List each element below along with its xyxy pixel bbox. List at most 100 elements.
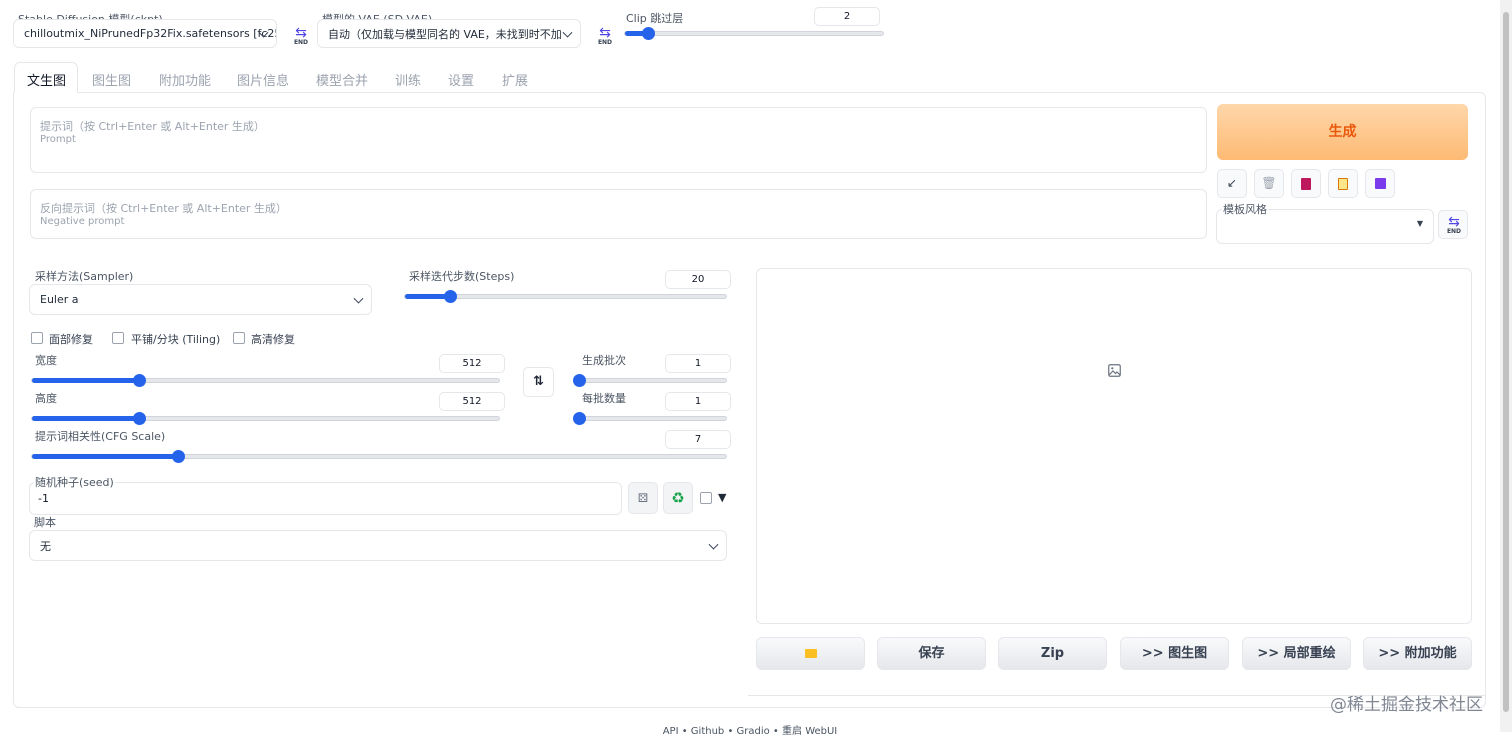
style-label: 模板风格 <box>1222 201 1268 217</box>
prompt-input[interactable]: 提示词（按 Ctrl+Enter 或 Alt+Enter 生成） Prompt <box>30 107 1207 173</box>
recycle-icon: ♻ <box>671 489 685 507</box>
width-input[interactable]: 512 <box>439 354 505 373</box>
swap-icon: ⇆ END <box>1446 214 1462 235</box>
tab-extras[interactable]: 附加功能 <box>159 70 211 89</box>
cfg-input[interactable]: 7 <box>665 430 731 449</box>
ckpt-select[interactable]: chilloutmix_NiPrunedFp32Fix.safetensors … <box>13 19 277 48</box>
footer-links[interactable]: API • Github • Gradio • 重启 WebUI <box>0 722 1500 737</box>
dice-icon: ⚄ <box>637 491 649 505</box>
hires-fix-checkbox[interactable] <box>233 332 245 344</box>
vae-select-value: 自动（仅加载与模型同名的 VAE，未找到时不加 <box>328 27 562 41</box>
hires-fix-label: 高清修复 <box>251 333 295 346</box>
trash-icon: 🗑 <box>1261 176 1277 190</box>
zip-button[interactable]: Zip <box>998 637 1107 670</box>
sampler-value: Euler a <box>40 293 79 306</box>
batch-size-label: 每批数量 <box>582 392 626 405</box>
swap-vertical-icon: ⇅ <box>533 374 544 389</box>
page-scrollbar[interactable] <box>1500 0 1512 732</box>
batch-size-input[interactable]: 1 <box>665 392 731 411</box>
tab-img2img[interactable]: 图生图 <box>92 70 131 89</box>
tiling-label: 平铺/分块 (Tiling) <box>131 333 221 346</box>
slider-thumb[interactable] <box>573 412 586 425</box>
tab-extensions[interactable]: 扩展 <box>502 70 528 89</box>
clip-skip-slider[interactable] <box>624 27 884 40</box>
slider-fill <box>32 378 140 383</box>
swap-badge: END <box>293 39 309 46</box>
extra-seed-toggle-icon[interactable]: ▼ <box>718 491 726 504</box>
refresh-ckpt-button[interactable]: ⇆ END <box>292 26 310 46</box>
tab-settings[interactable]: 设置 <box>448 70 474 89</box>
send-to-img2img-button[interactable]: >> 图生图 <box>1120 637 1229 670</box>
reuse-seed-button[interactable]: ♻ <box>663 482 693 514</box>
send-to-extras-button[interactable]: >> 附加功能 <box>1363 637 1472 670</box>
floppy-icon <box>1374 178 1386 189</box>
slider-fill <box>32 416 140 421</box>
extra-networks-button[interactable] <box>1291 169 1321 198</box>
script-select[interactable]: 无 <box>29 530 727 561</box>
refresh-vae-button[interactable]: ⇆ END <box>596 26 614 46</box>
save-button[interactable]: 保存 <box>877 637 986 670</box>
height-slider[interactable] <box>31 412 500 425</box>
height-input[interactable]: 512 <box>439 392 505 411</box>
swap-dimensions-button[interactable]: ⇅ <box>523 367 554 397</box>
seed-input[interactable]: -1 <box>38 492 49 505</box>
batch-size-slider[interactable] <box>573 412 727 425</box>
steps-input[interactable]: 20 <box>665 270 731 289</box>
batch-count-slider[interactable] <box>573 374 727 387</box>
prompt-placeholder: 提示词（按 Ctrl+Enter 或 Alt+Enter 生成） <box>40 120 265 133</box>
negative-placeholder: 反向提示词（按 Ctrl+Enter 或 Alt+Enter 生成） <box>40 202 287 215</box>
tiling-checkbox[interactable] <box>112 332 124 344</box>
cfg-label: 提示词相关性(CFG Scale) <box>35 430 166 443</box>
slider-thumb[interactable] <box>443 290 457 303</box>
chevron-down-icon <box>353 293 364 304</box>
swap-badge: END <box>597 39 613 46</box>
extra-seed-checkbox[interactable] <box>700 492 712 504</box>
ckpt-select-value: chilloutmix_NiPrunedFp32Fix.safetensors … <box>24 27 277 40</box>
tab-train[interactable]: 训练 <box>395 70 421 89</box>
tab-merge[interactable]: 模型合并 <box>316 70 368 89</box>
caret-down-icon: ▼ <box>1416 219 1423 228</box>
negative-prompt-input[interactable]: 反向提示词（按 Ctrl+Enter 或 Alt+Enter 生成） Negat… <box>30 189 1207 239</box>
cfg-slider[interactable] <box>31 450 727 463</box>
height-label: 高度 <box>35 392 57 405</box>
width-slider[interactable] <box>31 374 500 387</box>
batch-count-label: 生成批次 <box>582 354 626 367</box>
face-restore-checkbox[interactable] <box>31 332 43 344</box>
clear-prompt-button[interactable]: 🗑 <box>1254 169 1284 198</box>
slider-thumb[interactable] <box>171 450 185 463</box>
seed-label: 随机种子(seed) <box>34 474 115 490</box>
clipboard-icon <box>1338 177 1348 190</box>
tab-txt2img[interactable]: 文生图 <box>27 70 66 89</box>
vae-select[interactable]: 自动（仅加载与模型同名的 VAE，未找到时不加 <box>317 19 581 48</box>
slider-thumb[interactable] <box>642 27 656 40</box>
seed-box <box>29 482 622 515</box>
negative-sub-placeholder: Negative prompt <box>40 216 125 227</box>
folder-icon <box>804 649 817 658</box>
watermark: @稀土掘金技术社区 <box>1330 695 1483 715</box>
sampler-label: 采样方法(Sampler) <box>35 270 134 283</box>
batch-count-input[interactable]: 1 <box>665 354 731 373</box>
read-params-button[interactable]: ↙ <box>1217 169 1247 198</box>
sampler-select[interactable]: Euler a <box>29 284 372 315</box>
apply-style-button[interactable] <box>1328 169 1358 198</box>
slider-thumb[interactable] <box>573 374 586 387</box>
send-to-inpaint-button[interactable]: >> 局部重绘 <box>1242 637 1351 670</box>
tab-png-info[interactable]: 图片信息 <box>237 70 289 89</box>
steps-label: 采样迭代步数(Steps) <box>409 270 515 283</box>
width-label: 宽度 <box>35 354 57 367</box>
random-seed-button[interactable]: ⚄ <box>628 482 658 514</box>
open-folder-button[interactable] <box>756 637 865 670</box>
slider-fill <box>32 454 178 459</box>
chevron-down-icon <box>708 539 719 550</box>
generate-button[interactable]: 生成 <box>1217 104 1468 160</box>
swap-badge: END <box>1446 228 1462 235</box>
clip-skip-input[interactable]: 2 <box>814 7 880 26</box>
scrollbar-thumb[interactable] <box>1503 12 1509 712</box>
steps-slider[interactable] <box>404 290 727 303</box>
refresh-style-button[interactable]: ⇆ END <box>1438 210 1468 239</box>
save-style-button[interactable] <box>1365 169 1395 198</box>
script-value: 无 <box>40 539 51 553</box>
book-icon <box>1301 177 1311 190</box>
chevron-down-icon <box>562 27 573 38</box>
script-label: 脚本 <box>34 516 56 529</box>
